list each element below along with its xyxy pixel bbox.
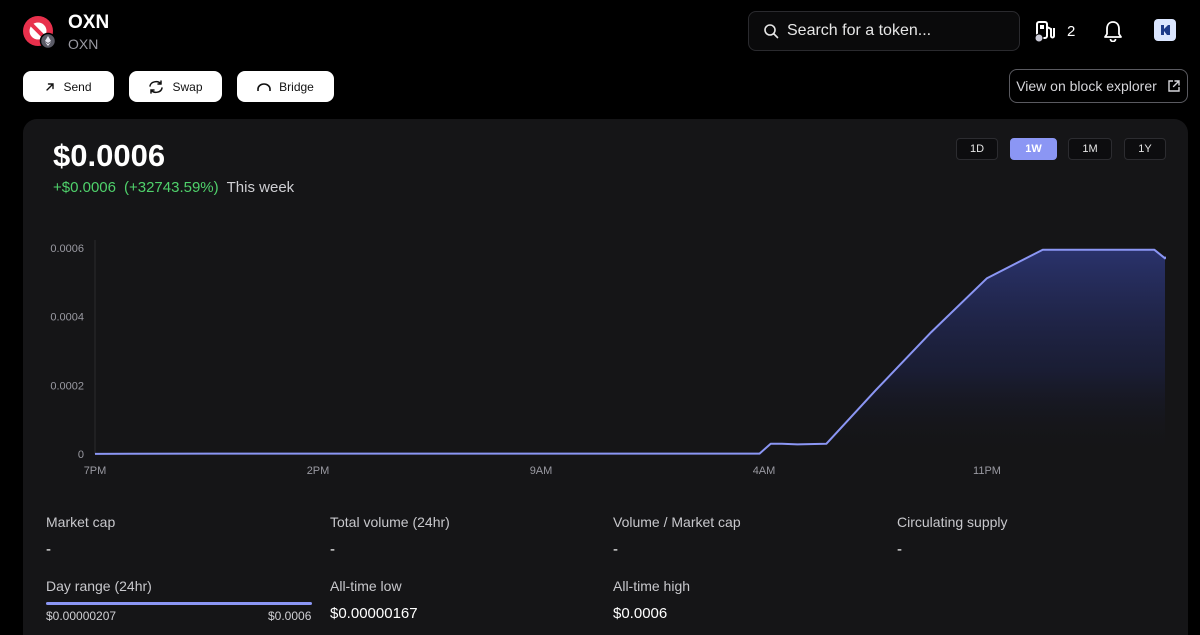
y-tick-label: 0.0006 [50,243,84,255]
day-range-high: $0.0006 [268,609,312,623]
search-icon [764,24,779,39]
gas-indicator[interactable]: 2 [1033,19,1075,43]
account-icon [1161,25,1170,35]
market-cap-label: Market cap [46,514,116,530]
price-change-pct: (+32743.59%) [123,179,219,196]
market-cap-value: - [46,541,51,558]
account-button[interactable] [1154,19,1176,41]
range-tab-1y[interactable]: 1Y [1124,138,1166,160]
y-tick-label: 0 [78,449,84,461]
all-time-low-value: $0.00000167 [330,605,418,622]
total-volume-value: - [330,541,335,558]
swap-icon [149,79,164,94]
range-tab-1w[interactable]: 1W [1010,138,1057,160]
volume-market-cap-value: - [613,541,618,558]
all-time-high-value: $0.0006 [613,605,668,622]
circulating-supply-value: - [897,541,902,558]
bridge-icon [257,82,271,91]
y-tick-label: 0.0002 [50,380,84,392]
explorer-label: View on block explorer [1016,78,1157,94]
x-tick-label: 9AM [530,465,553,477]
x-tick-label: 2PM [307,465,330,477]
price-change-abs: +$0.0006 [53,179,116,196]
search-input[interactable] [787,22,1007,40]
swap-button[interactable]: Swap [129,71,222,102]
price-chart[interactable]: 0 0.0002 0.0004 0.0006 7PM 2PM 9AM 4AM 11PM [30,230,1170,480]
view-explorer-button[interactable]: View on block explorer [1009,69,1188,103]
search-box[interactable] [748,11,1020,51]
token-name: OXN [68,12,110,33]
price-change-period: This week [226,179,295,196]
price-change: +$0.0006 (+32743.59%) This week [53,179,294,196]
arrow-up-right-icon [46,82,55,91]
range-tab-1d[interactable]: 1D [956,138,998,160]
send-label: Send [63,79,92,94]
day-range-label: Day range (24hr) [46,578,152,594]
all-time-high-label: All-time high [613,578,691,594]
total-volume-label: Total volume (24hr) [330,514,450,530]
range-tab-1m[interactable]: 1M [1068,138,1112,160]
x-tick-label: 11PM [973,465,1001,477]
gas-pump-icon [1034,21,1055,43]
price-area [95,249,1165,454]
external-link-icon [1168,80,1180,92]
gas-count: 2 [1067,22,1076,40]
day-range-low: $0.00000207 [46,609,117,623]
send-button[interactable]: Send [23,71,114,102]
token-logo [22,15,58,51]
bell-icon [1104,21,1122,43]
current-price: $0.0006 [53,138,166,173]
notifications-button[interactable] [1103,20,1123,47]
circulating-supply-label: Circulating supply [897,514,1008,530]
y-tick-label: 0.0004 [50,312,84,324]
day-range-bar [46,602,312,605]
bridge-label: Bridge [279,79,314,94]
token-symbol: OXN [68,36,99,52]
all-time-low-label: All-time low [330,578,402,594]
x-tick-label: 7PM [84,465,107,477]
volume-market-cap-label: Volume / Market cap [613,514,741,530]
x-tick-label: 4AM [753,465,776,477]
bridge-button[interactable]: Bridge [237,71,334,102]
swap-label: Swap [172,79,203,94]
